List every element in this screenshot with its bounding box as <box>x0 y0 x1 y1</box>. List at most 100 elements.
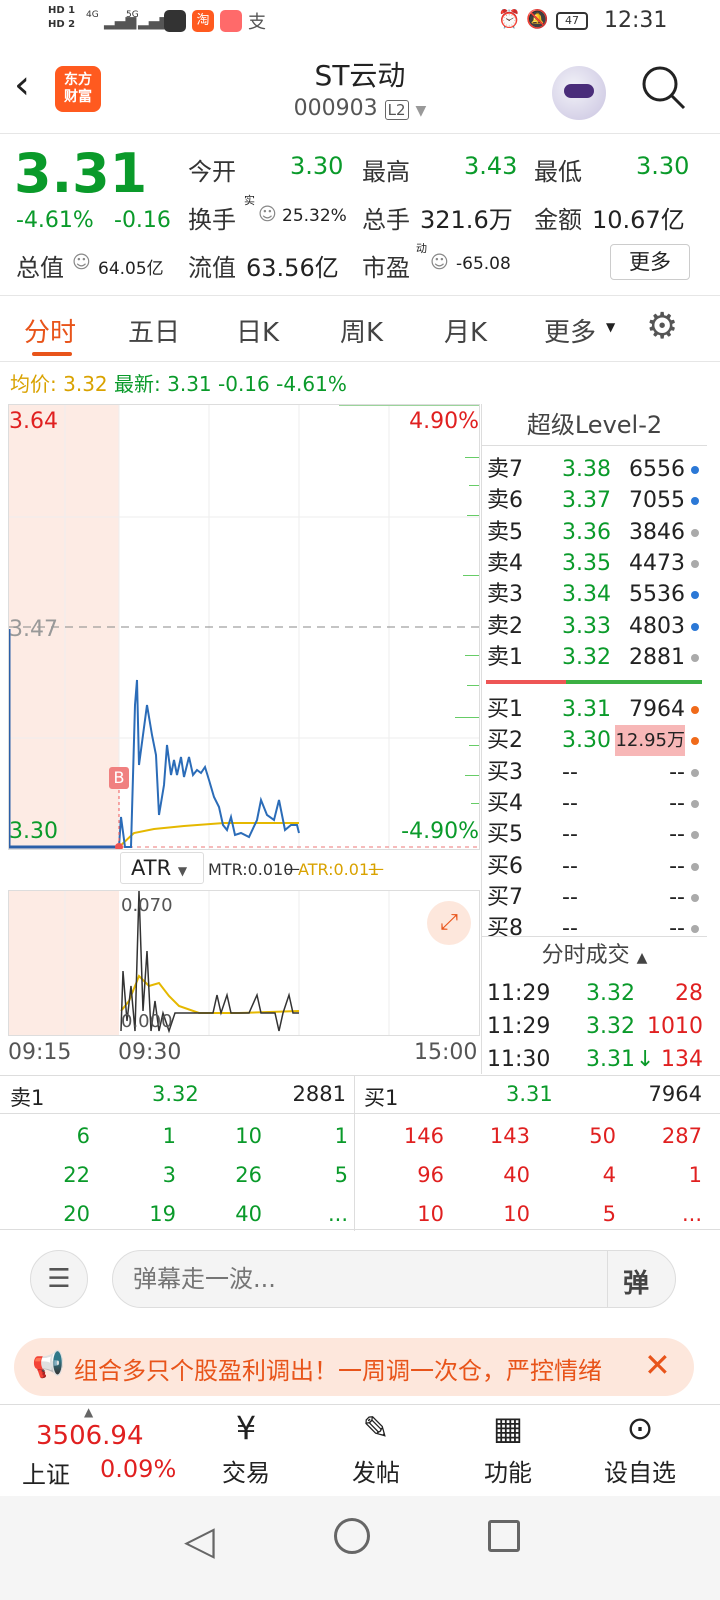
mtr-legend: MTR:0.010 <box>208 860 294 879</box>
buy-queue-cell: ... <box>681 1202 702 1226</box>
legend-separator-2: — <box>368 859 384 878</box>
bid-price: 3.31 <box>562 697 611 722</box>
depth-tick <box>467 685 479 686</box>
sell-queue-total: 2881 <box>292 1082 346 1106</box>
tab-monthly-k[interactable]: 月K <box>444 312 487 349</box>
atr-auction-shade <box>9 891 119 1035</box>
buy-queue-cell: 1 <box>688 1163 702 1187</box>
ask-flag-dot <box>691 591 699 600</box>
change-value: -0.16 <box>114 208 171 233</box>
ask-price: 3.38 <box>562 457 611 482</box>
shop-icon <box>220 10 242 32</box>
trade-row: 11:30 3.31 ↓ 134 <box>482 1044 707 1075</box>
tab-five-day[interactable]: 五日 <box>128 312 180 349</box>
pe-label: 市盈 <box>362 254 410 282</box>
bid-volume: -- <box>669 853 685 879</box>
alipay-icon: 支 <box>248 12 266 33</box>
latest-value: 3.31 <box>167 372 212 396</box>
buy-queue-cell: 143 <box>489 1124 530 1148</box>
atr-chart[interactable]: 0.070 0.000 ⤢ <box>8 890 480 1036</box>
bid-flag-dot <box>691 862 699 871</box>
latest-change: -0.16 <box>218 372 270 396</box>
back-icon[interactable]: ‹ <box>14 62 30 108</box>
index-widget[interactable]: ▲ 3506.94 上证 0.09% <box>0 1405 200 1497</box>
bid-flag-dot <box>691 799 699 808</box>
bid-level-label: 买4 <box>487 790 523 816</box>
stock-code-row[interactable]: 000903 L2 ▼ <box>200 96 520 121</box>
search-icon[interactable] <box>640 64 688 116</box>
trade-price: 3.32 <box>586 981 635 1006</box>
bid-volume: 12.95万 <box>615 725 685 757</box>
bid-volume: 7964 <box>629 697 685 722</box>
bid-row[interactable]: 买2 3.30 12.95万 <box>482 725 707 757</box>
danmaku-input[interactable] <box>133 1259 593 1299</box>
ask-level-label: 卖1 <box>487 644 523 670</box>
tab-weekly-k[interactable]: 周K <box>340 312 383 349</box>
gear-icon[interactable]: ⚙ <box>646 306 678 347</box>
chevron-down-icon: ▼ <box>177 864 188 878</box>
trades-header[interactable]: 分时成交 ▲ <box>482 936 707 974</box>
more-button[interactable]: 更多 <box>610 244 690 280</box>
close-icon[interactable]: ✕ <box>644 1346 671 1384</box>
network-5g: 5G <box>126 10 139 20</box>
ask-row[interactable]: 卖4 3.35 4473 <box>482 548 707 579</box>
network-4g: 4G <box>86 10 99 20</box>
tab-post[interactable]: ✎ 发帖 <box>316 1405 436 1488</box>
buy-queue-price: 3.31 <box>506 1082 553 1106</box>
tab-intraday[interactable]: 分时 <box>24 312 76 349</box>
down-arrow-icon: ↓ <box>636 1047 655 1072</box>
buy-queue-cell: 10 <box>503 1202 530 1226</box>
eastmoney-logo[interactable]: 东方 财富 <box>55 66 101 112</box>
tab-daily-k[interactable]: 日K <box>236 312 279 349</box>
status-bar: HD 1 HD 2 4G ▂▄▆ 5G ▂▄▆ 淘 支 ⏰ 🔕 47 12:31 <box>0 0 720 44</box>
bid-level-label: 买2 <box>487 728 523 754</box>
indicator-select[interactable]: ATR ▼ <box>120 852 204 884</box>
depth-tick <box>465 457 479 458</box>
bid-row[interactable]: 买3 -- -- <box>482 757 707 788</box>
bid-row[interactable]: 买6 -- -- <box>482 851 707 882</box>
ask-row[interactable]: 卖2 3.33 4803 <box>482 611 707 642</box>
robot-assistant-avatar[interactable] <box>552 66 606 120</box>
mktcap-value: 64.05亿 <box>98 259 164 279</box>
info-icon-3[interactable]: ☺ <box>430 252 449 273</box>
avg-label: 均价: <box>10 372 57 396</box>
nav-back-icon[interactable]: ◁ <box>184 1518 215 1564</box>
bid-row[interactable]: 买5 -- -- <box>482 819 707 850</box>
ask-row[interactable]: 卖7 3.38 6556 <box>482 454 707 485</box>
expand-icon[interactable]: ⤢ <box>427 901 471 945</box>
news-ticker[interactable]: 📢 组合多只个股盈利调出！一周调一次仓，严控情绪 ✕ <box>14 1338 694 1396</box>
atr-axis-bottom: 0.000 <box>121 1011 173 1032</box>
turnover-sup: 实 <box>244 194 255 207</box>
tab-add-watchlist[interactable]: ⊙ 设自选 <box>580 1405 700 1488</box>
danmaku-toggle-button[interactable]: 弹 <box>623 1263 649 1300</box>
info-icon[interactable]: ☺ <box>258 204 277 225</box>
ask-row[interactable]: 卖1 3.32 2881 <box>482 642 707 673</box>
comment-bar: ☰ 弹 <box>0 1230 720 1330</box>
tab-more[interactable]: 更多 <box>544 312 596 349</box>
volume-label: 总手 <box>362 206 410 234</box>
tab-features[interactable]: ▦ 功能 <box>448 1405 568 1488</box>
alarm-icon: ⏰ <box>498 9 521 30</box>
info-icon-2[interactable]: ☺ <box>72 252 91 273</box>
ticker-text: 组合多只个股盈利调出！一周调一次仓，严控情绪 <box>74 1357 602 1385</box>
quote-panel: 3.31 -4.61% -0.16 今开 3.30 最高 3.43 最低 3.3… <box>0 134 720 296</box>
ask-row[interactable]: 卖3 3.34 5536 <box>482 579 707 610</box>
bid-row[interactable]: 买4 -- -- <box>482 788 707 819</box>
tab-trade[interactable]: ¥ 交易 <box>186 1405 306 1488</box>
chart-tabs: 分时 五日 日K 周K 月K 更多 ▼ ⚙ <box>0 296 720 362</box>
open-label: 今开 <box>188 158 236 186</box>
nav-home-icon[interactable] <box>334 1518 370 1554</box>
intraday-chart[interactable]: 3.64 3.47 3.30 4.90% -4.90% B <box>8 404 480 850</box>
level2-title[interactable]: 超级Level-2 <box>482 404 707 446</box>
notes-icon[interactable]: ☰ <box>30 1250 88 1308</box>
ask-row[interactable]: 卖6 3.37 7055 <box>482 485 707 516</box>
float-label: 流值 <box>188 254 236 282</box>
danmaku-input-wrap: 弹 <box>112 1250 676 1308</box>
buy-signal-badge[interactable]: B <box>109 767 129 789</box>
ask-row[interactable]: 卖5 3.36 3846 <box>482 517 707 548</box>
trade-row: 11:29 3.32 28 <box>482 978 707 1009</box>
bid-row[interactable]: 买7 -- -- <box>482 882 707 913</box>
bid-row[interactable]: 买1 3.31 7964 <box>482 694 707 725</box>
trade-price: 3.32 <box>586 1014 635 1039</box>
nav-recents-icon[interactable] <box>488 1520 520 1552</box>
